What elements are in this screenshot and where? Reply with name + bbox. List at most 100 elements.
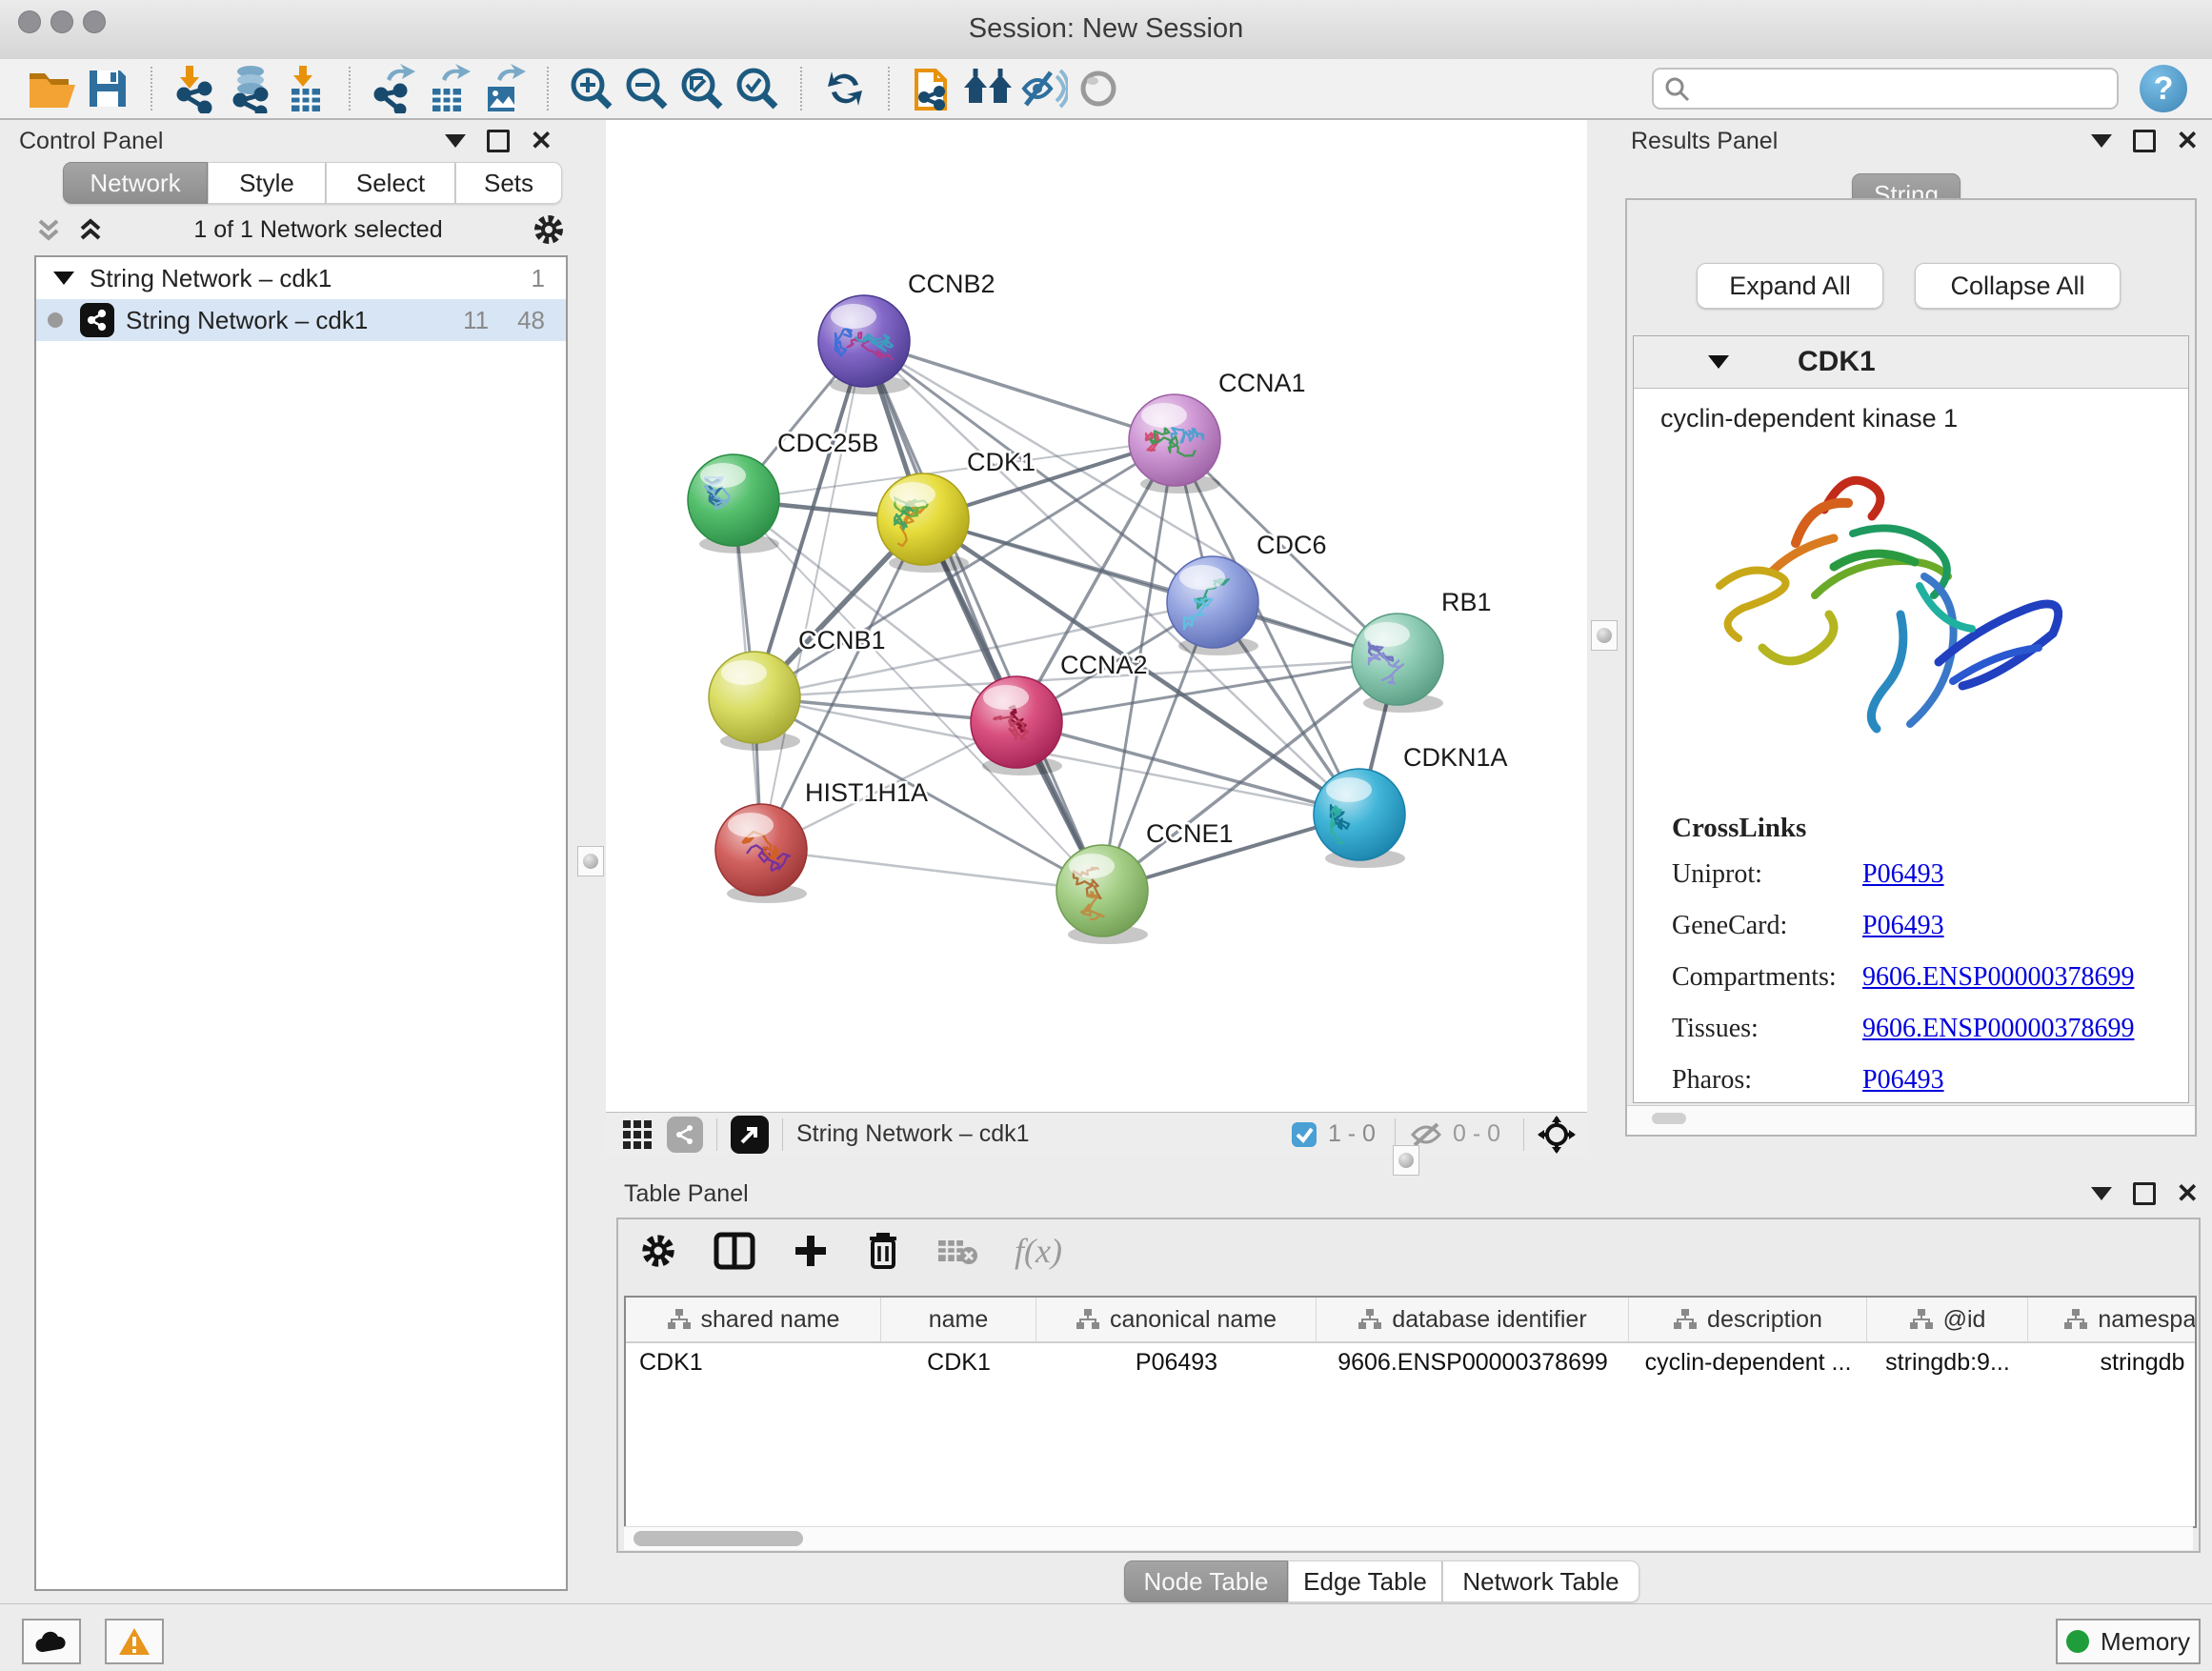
- collection-count: 1: [532, 264, 545, 293]
- left-splitter[interactable]: [573, 120, 606, 1603]
- column-header-shared-name[interactable]: shared name: [626, 1298, 881, 1341]
- results-panel-float-icon[interactable]: [2133, 130, 2156, 152]
- search-input[interactable]: [1690, 74, 2107, 103]
- collapse-all-icon[interactable]: [34, 215, 63, 244]
- results-scrollbar[interactable]: [1627, 1105, 2195, 1135]
- show-columns-icon[interactable]: [714, 1232, 755, 1270]
- footer-separator: [1523, 1118, 1524, 1151]
- column-header-namespace[interactable]: namespace: [2028, 1298, 2197, 1341]
- export-image-button[interactable]: [476, 62, 532, 115]
- tab-sets[interactable]: Sets: [455, 162, 562, 204]
- window-zoom-button[interactable]: [83, 10, 106, 33]
- export-network-button[interactable]: [366, 62, 421, 115]
- hide-unhide-button[interactable]: [1016, 62, 1071, 115]
- column-header-id[interactable]: @id: [1867, 1298, 2028, 1341]
- control-panel-menu-icon[interactable]: [445, 134, 466, 148]
- results-scrollbar-thumb[interactable]: [1652, 1113, 1686, 1124]
- zoom-out-button[interactable]: [619, 62, 674, 115]
- table-panel-menu-icon[interactable]: [2091, 1187, 2112, 1200]
- import-table-button[interactable]: [278, 62, 333, 115]
- network-row[interactable]: String Network – cdk1 11 48: [36, 299, 566, 341]
- table-scrollbar-thumb[interactable]: [633, 1531, 803, 1546]
- network-options-gear-icon[interactable]: [532, 212, 566, 247]
- toolbar-separator: [547, 67, 549, 111]
- crosslink-row: Tissues:9606.ENSP00000378699: [1672, 1014, 2134, 1044]
- table-panel-close-icon[interactable]: ✕: [2177, 1184, 2199, 1203]
- crosslink-link[interactable]: P06493: [1862, 911, 1944, 941]
- results-panel-menu-icon[interactable]: [2091, 134, 2112, 148]
- crosslink-link[interactable]: P06493: [1862, 859, 1944, 890]
- column-header-description[interactable]: description: [1629, 1298, 1867, 1341]
- export-table-button[interactable]: [421, 62, 476, 115]
- home-networks-button[interactable]: [960, 62, 1016, 115]
- delete-column-trash-icon[interactable]: [866, 1231, 900, 1271]
- save-session-button[interactable]: [80, 62, 135, 115]
- column-header-canonical-name[interactable]: canonical name: [1036, 1298, 1317, 1341]
- network-collection-row[interactable]: String Network – cdk1 1: [36, 257, 566, 299]
- search-field[interactable]: [1652, 68, 2119, 110]
- control-panel-close-icon[interactable]: ✕: [531, 131, 553, 151]
- selected-checkbox-icon[interactable]: [1290, 1120, 1318, 1149]
- birds-eye-view-icon[interactable]: [731, 1116, 769, 1154]
- collection-expand-icon[interactable]: [53, 272, 74, 285]
- window-close-button[interactable]: [18, 10, 41, 33]
- collapse-all-button[interactable]: Collapse All: [1915, 263, 2121, 309]
- cell-namespace: stringdb: [2028, 1349, 2197, 1377]
- column-header-name[interactable]: name: [881, 1298, 1036, 1341]
- function-builder-icon[interactable]: f(x): [1015, 1231, 1062, 1271]
- column-header-database-identifier[interactable]: database identifier: [1317, 1298, 1629, 1341]
- crosslink-link[interactable]: 9606.ENSP00000378699: [1862, 1014, 2134, 1044]
- warnings-button[interactable]: [105, 1619, 164, 1664]
- bottom-splitter[interactable]: [606, 1155, 2212, 1164]
- footer-separator: [782, 1118, 783, 1151]
- table-row[interactable]: CDK1 CDK1 P06493 9606.ENSP00000378699 cy…: [626, 1343, 2195, 1381]
- network-canvas[interactable]: CCNB2CCNA1CDC25BCDK1CDC6RB1CCNB1CCNA2CDK…: [606, 120, 1587, 1112]
- grid-view-icon[interactable]: [621, 1118, 654, 1151]
- add-column-plus-icon[interactable]: [792, 1232, 830, 1270]
- zoom-selected-button[interactable]: [730, 62, 785, 115]
- import-network-database-button[interactable]: [223, 62, 278, 115]
- memory-button[interactable]: Memory: [2056, 1619, 2201, 1664]
- show-graphics-button[interactable]: [1071, 62, 1126, 115]
- tab-network[interactable]: Network: [63, 162, 208, 204]
- open-session-button[interactable]: [25, 62, 80, 115]
- string-view-icon[interactable]: [667, 1117, 703, 1153]
- zoom-in-button[interactable]: [564, 62, 619, 115]
- cdk1-entry-header[interactable]: CDK1: [1634, 336, 2188, 389]
- tab-edge-table[interactable]: Edge Table: [1288, 1560, 1442, 1602]
- cloud-services-button[interactable]: [22, 1619, 81, 1664]
- tab-network-table[interactable]: Network Table: [1442, 1560, 1639, 1602]
- right-splitter[interactable]: [1587, 120, 1619, 1164]
- window-minimize-button[interactable]: [50, 10, 73, 33]
- expand-all-button[interactable]: Expand All: [1697, 263, 1883, 309]
- fit-content-crosshair-icon[interactable]: [1538, 1116, 1576, 1154]
- expand-all-icon[interactable]: [76, 215, 105, 244]
- table-panel-float-icon[interactable]: [2133, 1182, 2156, 1205]
- tab-select[interactable]: Select: [326, 162, 455, 204]
- refresh-layout-button[interactable]: [817, 62, 873, 115]
- hidden-eye-icon[interactable]: [1409, 1120, 1443, 1149]
- crosslinks-section: CrossLinks Uniprot:P06493 GeneCard:P0649…: [1672, 813, 2134, 1117]
- tab-style[interactable]: Style: [208, 162, 326, 204]
- delete-table-icon[interactable]: [936, 1235, 978, 1267]
- bottom-splitter-handle[interactable]: [1393, 1145, 1419, 1176]
- import-network-file-button[interactable]: [168, 62, 223, 115]
- entry-name: CDK1: [1798, 346, 1876, 378]
- control-panel-float-icon[interactable]: [487, 130, 510, 152]
- crosslink-link[interactable]: P06493: [1862, 1065, 1944, 1096]
- annotation-share-button[interactable]: [905, 62, 960, 115]
- table-scrollbar[interactable]: [624, 1526, 2193, 1550]
- toolbar-separator: [151, 67, 152, 111]
- crosslink-link[interactable]: 9606.ENSP00000378699: [1862, 962, 2134, 993]
- entry-collapse-icon[interactable]: [1708, 355, 1729, 369]
- tab-node-table[interactable]: Node Table: [1124, 1560, 1288, 1602]
- node-label-RB1: RB1: [1441, 588, 1492, 616]
- zoom-fit-button[interactable]: [674, 62, 730, 115]
- results-panel-close-icon[interactable]: ✕: [2177, 131, 2199, 151]
- table-header-row: shared name name canonical name database…: [626, 1298, 2195, 1343]
- help-button[interactable]: ?: [2140, 65, 2187, 112]
- left-splitter-handle[interactable]: [577, 846, 604, 876]
- network-graph[interactable]: CCNB2CCNA1CDC25BCDK1CDC6RB1CCNB1CCNA2CDK…: [606, 120, 1587, 1112]
- right-splitter-handle[interactable]: [1591, 620, 1618, 651]
- table-options-gear-icon[interactable]: [639, 1232, 677, 1270]
